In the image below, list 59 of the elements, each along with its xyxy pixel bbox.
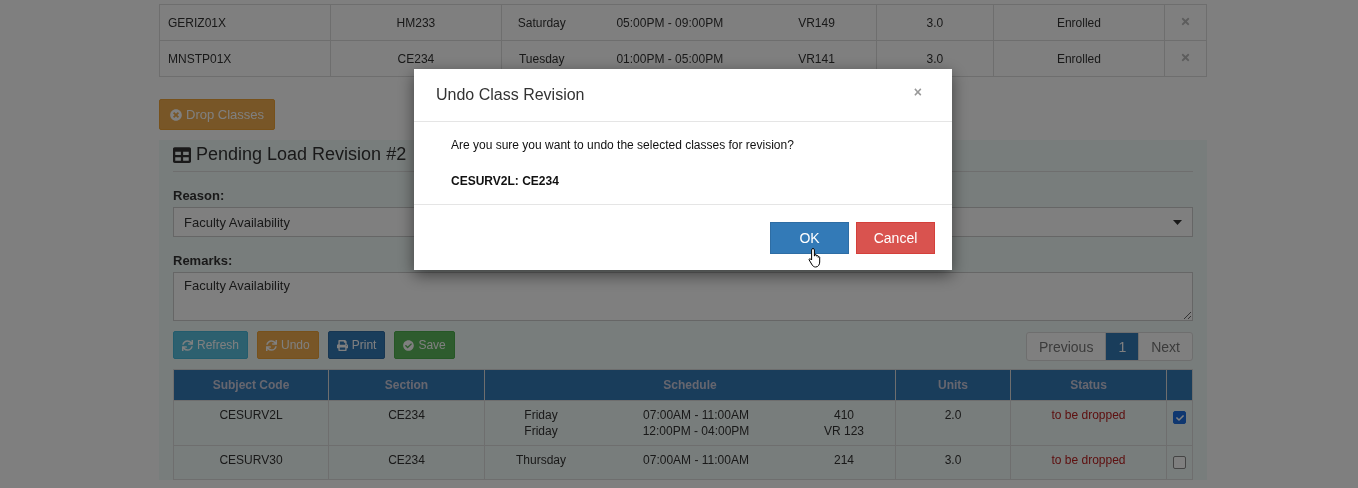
remove-icon[interactable]: [1179, 15, 1191, 27]
column-header: Subject Code: [173, 369, 329, 401]
table-cell: CE234: [328, 400, 485, 446]
print-icon: [336, 339, 348, 351]
close-button[interactable]: ×: [905, 84, 930, 106]
action-button[interactable]: Refresh: [173, 331, 249, 359]
refresh-icon: [266, 339, 278, 351]
status-text: to be dropped: [1051, 408, 1126, 422]
row-checkbox[interactable]: [1173, 411, 1186, 424]
action-button[interactable]: Save: [394, 331, 455, 359]
table-cell: MNSTP01X: [159, 40, 331, 77]
table-cell: GERIZ01X: [159, 4, 331, 41]
column-header: Units: [895, 369, 1011, 401]
dialog-title: Undo Class Revision: [436, 86, 585, 104]
schedule-day: Thursday: [489, 453, 593, 467]
caret-icon: [1173, 219, 1182, 225]
refresh-icon: [182, 339, 193, 351]
ok-button[interactable]: OK: [770, 222, 849, 254]
table-icon: [173, 145, 191, 164]
schedule-room: 214: [833, 453, 855, 467]
column-header: Section: [328, 369, 485, 401]
schedule-room: VR 123: [823, 424, 865, 438]
schedule-time: 07:00AM - 11:00AM: [642, 408, 750, 422]
table-cell: 2.0: [895, 400, 1011, 446]
schedule-room: 410: [833, 408, 855, 422]
action-button[interactable]: Print: [327, 331, 386, 359]
table-cell: Enrolled: [993, 4, 1165, 41]
remove-icon[interactable]: [1179, 51, 1191, 63]
remarks-field[interactable]: Faculty Availability: [173, 272, 1193, 321]
column-header: Status: [1010, 369, 1167, 401]
table-cell: VR149: [757, 4, 877, 41]
table-cell: HM233: [330, 4, 502, 41]
schedule-day: Friday: [489, 408, 593, 422]
field-label: Remarks:: [173, 253, 233, 268]
check-icon: [1175, 413, 1184, 422]
dialog-message: Are you sure you want to undo the selected classes for revision?: [451, 138, 795, 152]
pagination-item[interactable]: 1: [1105, 332, 1140, 361]
cancel-button[interactable]: Cancel: [856, 222, 935, 254]
action-button[interactable]: Undo: [257, 331, 319, 359]
table-cell: 3.0: [876, 4, 994, 41]
table-cell: Saturday: [501, 4, 582, 41]
drop-classes-button[interactable]: Drop Classes: [159, 99, 276, 130]
schedule-day: Friday: [489, 424, 593, 438]
panel-title: Pending Load Revision #2: [196, 144, 407, 165]
row-checkbox[interactable]: [1173, 456, 1186, 469]
dialog-detail: CESURV2L: CE234: [451, 174, 560, 188]
table-cell: CESURV2L: [173, 400, 329, 446]
schedule-time: 07:00AM - 11:00AM: [642, 453, 750, 467]
status-text: to be dropped: [1051, 453, 1126, 467]
table-cell: CESURV30: [173, 445, 329, 480]
table-cell: Enrolled: [993, 40, 1165, 77]
column-header: Schedule: [484, 369, 896, 401]
field-label: Reason:: [173, 188, 225, 203]
pagination-item[interactable]: Previous: [1025, 332, 1107, 361]
table-cell: 3.0: [895, 445, 1011, 480]
schedule-time: 12:00PM - 04:00PM: [641, 424, 751, 438]
table-cell: CE234: [328, 445, 485, 480]
pagination-item[interactable]: Next: [1138, 332, 1193, 361]
table-cell: 05:00PM - 09:00PM: [581, 4, 758, 41]
